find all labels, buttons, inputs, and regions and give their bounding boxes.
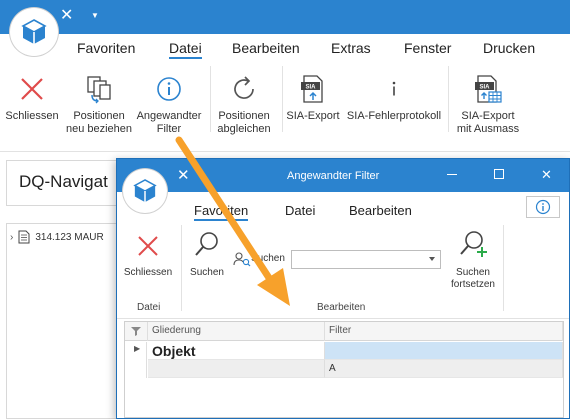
ribbon-separator xyxy=(181,225,182,311)
search-button[interactable]: Suchen xyxy=(183,227,231,287)
table-row[interactable]: ▶ Objekt xyxy=(125,342,563,360)
column-header-gliederung[interactable]: Gliederung xyxy=(148,322,325,341)
navigator-filter-row[interactable] xyxy=(6,205,118,224)
tree-item[interactable]: › 314.123 MAUR xyxy=(10,230,104,244)
menu-extras[interactable]: Extras xyxy=(331,40,371,56)
table-row[interactable]: A xyxy=(125,360,563,378)
search-button-label: Suchen xyxy=(190,267,224,278)
menu-datei[interactable]: Datei xyxy=(169,40,202,59)
dialog-close-icon[interactable]: ✕ xyxy=(541,168,552,181)
close-icon xyxy=(21,78,43,100)
cube-icon xyxy=(21,19,47,44)
title-close-icon[interactable]: ✕ xyxy=(60,8,73,24)
ribbon-separator xyxy=(448,66,449,132)
document-icon xyxy=(18,230,30,244)
ribbon-separator xyxy=(503,225,504,311)
magnifier-icon xyxy=(195,232,218,256)
dialog-menu-favoriten[interactable]: Favoriten xyxy=(194,203,249,221)
sia-export-icon: SIA xyxy=(301,75,323,103)
row-indicator[interactable]: ▶ xyxy=(125,342,147,360)
app-logo[interactable] xyxy=(10,8,58,56)
sia-export-table-icon: SIA xyxy=(475,75,502,103)
quick-access-dropdown-icon[interactable]: ▼ xyxy=(91,12,99,20)
dialog-quick-close-icon[interactable]: ✕ xyxy=(177,168,190,183)
menu-favoriten[interactable]: Favoriten xyxy=(77,40,135,56)
dialog-menu-datei[interactable]: Datei xyxy=(285,203,315,218)
group-label-bearbeiten: Bearbeiten xyxy=(317,302,366,313)
group-label-datei: Datei xyxy=(137,302,161,313)
cell-gliederung[interactable]: Objekt xyxy=(148,342,325,360)
dialog-menu-bearbeiten[interactable]: Bearbeiten xyxy=(349,203,412,218)
search-field-label: Suchen xyxy=(251,253,285,264)
row-indicator xyxy=(125,360,147,378)
info-icon xyxy=(157,77,181,101)
sia-export-label: SIA-Export xyxy=(286,110,340,122)
column-header-filter[interactable]: Filter xyxy=(325,322,563,341)
dialog-close-label: Schliessen xyxy=(123,267,173,278)
applied-filter-button[interactable]: Angewandter Filter xyxy=(134,66,204,136)
positions-sync-label: Positionen abgleichen xyxy=(217,110,271,135)
filter-funnel-icon xyxy=(131,327,141,336)
cell-gliederung[interactable] xyxy=(148,360,325,378)
filter-grid: Gliederung Filter ▶ Objekt A xyxy=(124,321,564,418)
close-button-label: Schliessen xyxy=(5,110,59,122)
search-input[interactable] xyxy=(291,250,441,269)
svg-text:SIA: SIA xyxy=(305,85,316,91)
refresh-icon xyxy=(234,76,254,99)
expand-row-icon[interactable]: ▶ xyxy=(134,344,140,353)
search-continue-button[interactable]: Suchen fortsetzen xyxy=(443,227,503,297)
positions-refetch-label: Positionen neu beziehen xyxy=(65,110,133,135)
expand-chevron-icon[interactable]: › xyxy=(10,232,13,243)
menu-drucken[interactable]: Drucken xyxy=(483,40,535,56)
sia-export-measure-label: SIA-Export mit Ausmass xyxy=(456,110,520,135)
positions-refetch-button[interactable]: Positionen neu beziehen xyxy=(64,66,134,136)
tree-item-label: 314.123 MAUR xyxy=(35,231,104,243)
menu-fenster[interactable]: Fenster xyxy=(404,40,451,56)
magnifier-plus-icon xyxy=(460,231,487,257)
dialog-title: Angewandter Filter xyxy=(287,170,380,182)
sia-error-log-label: SIA-Fehlerprotokoll xyxy=(346,110,442,122)
dialog-info-button[interactable] xyxy=(526,196,560,218)
cube-icon xyxy=(133,179,157,203)
main-title-bar xyxy=(0,0,570,34)
navigator-title: DQ-Navigat xyxy=(19,172,108,191)
grid-filter-cell[interactable] xyxy=(125,322,148,341)
search-dropdown-arrow-icon[interactable] xyxy=(429,257,435,261)
sia-error-log-button[interactable]: SIA-Fehlerprotokoll xyxy=(344,66,444,136)
cell-filter[interactable]: A xyxy=(325,360,563,378)
cell-filter[interactable] xyxy=(325,342,563,360)
maximize-icon[interactable] xyxy=(494,169,504,179)
dialog-close-button[interactable]: Schliessen xyxy=(119,227,177,287)
close-button[interactable]: Schliessen xyxy=(2,66,62,136)
search-continue-label: Suchen fortsetzen xyxy=(451,267,495,290)
close-icon xyxy=(138,236,158,256)
info-icon xyxy=(535,199,551,215)
grid-header: Gliederung Filter xyxy=(125,322,563,341)
positions-sync-button[interactable]: Positionen abgleichen xyxy=(210,66,278,136)
minimize-icon[interactable] xyxy=(447,174,457,175)
menu-bearbeiten[interactable]: Bearbeiten xyxy=(232,40,300,56)
sia-export-button[interactable]: SIA SIA-Export xyxy=(282,66,344,136)
info-small-icon xyxy=(392,81,396,96)
user-search-icon xyxy=(233,252,251,267)
sia-export-measure-button[interactable]: SIA SIA-Export mit Ausmass xyxy=(450,66,526,136)
copy-refresh-icon xyxy=(87,76,111,104)
applied-filter-label: Angewandter Filter xyxy=(136,110,202,135)
svg-text:SIA: SIA xyxy=(479,85,490,91)
navigator-panel xyxy=(6,160,118,419)
dialog-app-logo[interactable] xyxy=(123,169,167,213)
applied-filter-dialog: ✕ Angewandter Filter ✕ Favoriten Datei B… xyxy=(116,158,570,419)
